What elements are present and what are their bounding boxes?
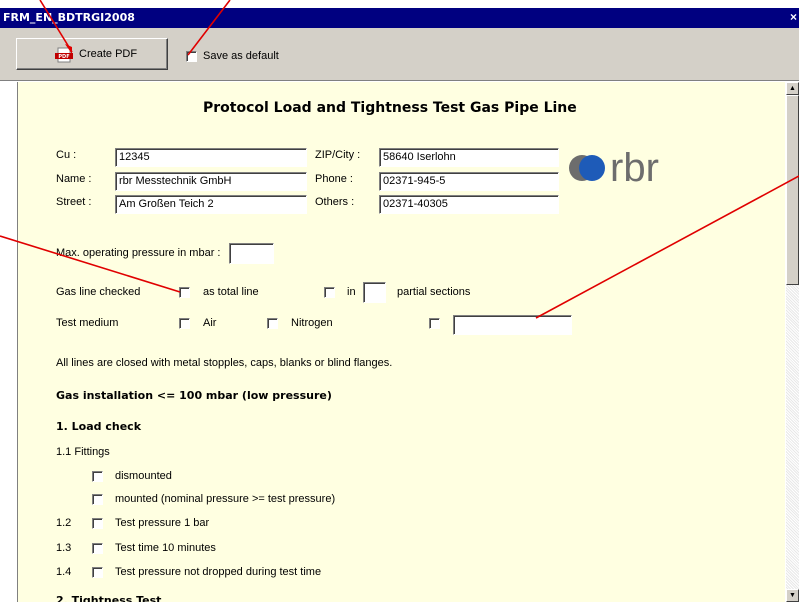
toolbar: PDF Create PDF Save as default <box>0 28 799 81</box>
total-line-checkbox[interactable] <box>179 287 190 298</box>
others-label: Others : <box>315 196 355 208</box>
partial-sections-checkbox[interactable] <box>324 287 335 298</box>
create-pdf-label: Create PDF <box>79 48 138 60</box>
item-1-4-number: 1.4 <box>56 566 72 578</box>
air-label: Air <box>203 317 217 329</box>
form-title: Protocol Load and Tightness Test Gas Pip… <box>203 100 577 116</box>
vertical-scrollbar[interactable]: ▲ ▼ <box>786 82 799 602</box>
title-bar: FRM_EN_BDTRGI2008 × <box>0 8 799 29</box>
test-medium-label: Test medium <box>56 317 119 329</box>
name-field[interactable]: rbr Messtechnik GmbH <box>115 172 307 191</box>
gas-line-label: Gas line checked <box>56 286 141 298</box>
svg-text:rbr: rbr <box>610 146 659 189</box>
rbr-logo: rbr <box>569 146 659 189</box>
partial-sections-count-field[interactable] <box>363 282 386 303</box>
item-1-3-number: 1.3 <box>56 542 72 554</box>
dismounted-checkbox[interactable] <box>92 471 103 482</box>
max-pressure-field[interactable] <box>229 243 274 264</box>
nitrogen-checkbox[interactable] <box>267 318 278 329</box>
name-label: Name : <box>56 173 92 185</box>
scroll-down-icon[interactable]: ▼ <box>786 589 799 602</box>
max-pressure-label: Max. operating pressure in mbar : <box>56 247 221 259</box>
save-as-default-checkbox[interactable] <box>186 51 197 62</box>
zip-city-field[interactable]: 58640 Iserlohn <box>379 148 559 167</box>
mounted-label: mounted (nominal pressure >= test pressu… <box>115 493 336 505</box>
close-icon[interactable]: × <box>790 10 797 24</box>
form-area: Protocol Load and Tightness Test Gas Pip… <box>17 82 785 602</box>
scroll-thumb[interactable] <box>786 95 799 285</box>
fittings-label: 1.1 Fittings <box>56 446 110 458</box>
other-medium-checkbox[interactable] <box>429 318 440 329</box>
in-label: in <box>347 286 356 298</box>
partial-sections-label: partial sections <box>397 286 471 298</box>
load-check-heading: 1. Load check <box>56 420 142 433</box>
total-line-label: as total line <box>203 286 259 298</box>
phone-field[interactable]: 02371-945-5 <box>379 172 559 191</box>
test-pressure-label: Test pressure 1 bar <box>115 517 210 529</box>
mounted-checkbox[interactable] <box>92 494 103 505</box>
save-as-default-label: Save as default <box>203 50 279 62</box>
others-field[interactable]: 02371-40305 <box>379 195 559 214</box>
air-checkbox[interactable] <box>179 318 190 329</box>
pdf-icon: PDF <box>55 47 73 63</box>
pressure-not-dropped-label: Test pressure not dropped during test ti… <box>115 566 322 578</box>
cu-field[interactable]: 12345 <box>115 148 307 167</box>
create-pdf-button[interactable]: PDF Create PDF <box>16 38 168 70</box>
zip-city-label: ZIP/City : <box>315 149 361 161</box>
other-medium-field[interactable] <box>453 315 572 335</box>
tightness-test-heading: 2. Tightness Test <box>56 594 162 602</box>
scroll-up-icon[interactable]: ▲ <box>786 82 799 95</box>
window-title: FRM_EN_BDTRGI2008 <box>3 11 135 24</box>
street-field[interactable]: Am Großen Teich 2 <box>115 195 307 214</box>
closed-lines-note: All lines are closed with metal stopples… <box>56 357 393 369</box>
test-time-checkbox[interactable] <box>92 543 103 554</box>
dismounted-label: dismounted <box>115 470 172 482</box>
test-pressure-checkbox[interactable] <box>92 518 103 529</box>
phone-label: Phone : <box>315 173 353 185</box>
item-1-2-number: 1.2 <box>56 517 72 529</box>
street-label: Street : <box>56 196 92 208</box>
test-time-label: Test time 10 minutes <box>115 542 216 554</box>
svg-text:PDF: PDF <box>58 54 69 60</box>
nitrogen-label: Nitrogen <box>291 317 333 329</box>
pressure-not-dropped-checkbox[interactable] <box>92 567 103 578</box>
section-heading: Gas installation <= 100 mbar (low pressu… <box>56 389 332 402</box>
cu-label: Cu : <box>56 149 77 161</box>
